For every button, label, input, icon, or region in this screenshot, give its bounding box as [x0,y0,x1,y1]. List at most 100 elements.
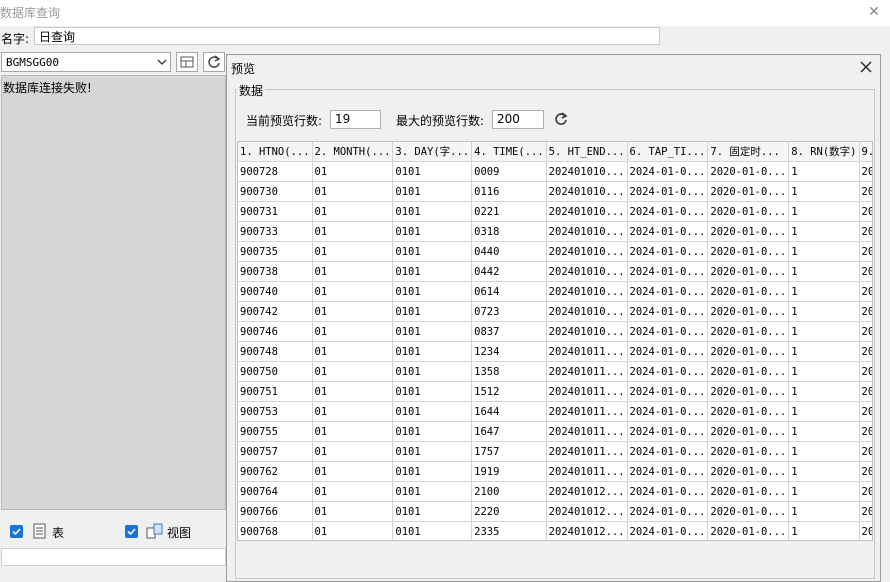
table-row[interactable]: 900762 01 0101 1919 202401011... 2024-01-0...… [238,461,872,482]
table-cell[interactable]: 0116 [471,181,547,202]
table-cell[interactable]: 1 [788,381,860,402]
table-cell[interactable]: 0440 [471,241,547,262]
table-cell[interactable]: 2020-01-0... [707,421,790,442]
table-cell[interactable]: 01 [312,281,394,302]
table-cell[interactable]: 2024-01-0... [627,221,709,242]
table-cell[interactable]: 202401010... [546,161,628,182]
table-row[interactable]: 900740 01 0101 0614 202401010... 2024-01-0...… [238,281,872,302]
table-cell[interactable]: 0442 [471,261,547,282]
table-cell[interactable]: 0101 [392,481,473,502]
table-cell[interactable]: 2020-01-0... [707,301,790,322]
table-cell[interactable]: 1 [788,321,860,342]
table-cell[interactable]: 1234 [471,341,547,362]
table-cell[interactable]: 202401010... [546,281,628,302]
table-cell[interactable]: 2024-0 [859,501,872,522]
table-cell[interactable]: 2024-01-0... [627,161,709,182]
table-cell[interactable]: 2024-0 [859,361,872,382]
table-cell[interactable]: 01 [312,181,394,202]
table-cell[interactable]: 0101 [392,401,473,422]
table-cell[interactable]: 900755 [238,421,313,442]
column-header[interactable]: 1. HTNO(... [238,142,313,162]
table-cell[interactable]: 202401011... [546,341,628,362]
table-cell[interactable]: 1 [788,221,860,242]
table-cell[interactable]: 2024-0 [859,401,872,422]
table-cell[interactable]: 2024-01-0... [627,301,709,322]
table-row[interactable]: 900748 01 0101 1234 202401011... 2024-01-0...… [238,341,872,362]
table-cell[interactable]: 2024-01-0... [627,261,709,282]
table-cell[interactable]: 1 [788,161,860,182]
table-cell[interactable]: 01 [312,201,394,222]
table-cell[interactable]: 01 [312,461,394,482]
table-cell[interactable]: 2024-01-0... [627,421,709,442]
table-cell[interactable]: 2024-0 [859,221,872,242]
table-cell[interactable]: 202401012... [546,501,628,522]
table-cell[interactable]: 01 [312,301,394,322]
table-cell[interactable]: 0101 [392,301,473,322]
table-cell[interactable]: 1 [788,241,860,262]
table-cell[interactable]: 2024-01-0... [627,341,709,362]
table-row[interactable]: 900742 01 0101 0723 202401010... 2024-01-0...… [238,301,872,322]
table-cell[interactable]: 2020-01-0... [707,461,790,482]
table-cell[interactable]: 0101 [392,321,473,342]
tables-checkbox[interactable] [10,525,23,538]
table-cell[interactable]: 0101 [392,461,473,482]
table-cell[interactable]: 01 [312,161,394,182]
table-row[interactable]: 900731 01 0101 0221 202401010... 2024-01-0...… [238,201,872,222]
table-cell[interactable]: 1 [788,361,860,382]
table-cell[interactable]: 0101 [392,241,473,262]
table-row[interactable]: 900757 01 0101 1757 202401011... 2024-01-0...… [238,441,872,462]
table-cell[interactable]: 900728 [238,161,313,182]
table-cell[interactable]: 900748 [238,341,313,362]
table-cell[interactable]: 01 [312,341,394,362]
table-cell[interactable]: 01 [312,521,394,540]
table-cell[interactable]: 202401010... [546,321,628,342]
table-cell[interactable]: 900730 [238,181,313,202]
views-checkbox[interactable] [125,525,138,538]
table-cell[interactable]: 01 [312,441,394,462]
table-cell[interactable]: 0837 [471,321,547,342]
max-rows-input[interactable]: 200 [492,110,544,129]
table-cell[interactable]: 202401011... [546,421,628,442]
table-cell[interactable]: 2024-0 [859,241,872,262]
table-cell[interactable]: 900740 [238,281,313,302]
table-cell[interactable]: 2024-0 [859,181,872,202]
table-cell[interactable]: 2020-01-0... [707,201,790,222]
table-cell[interactable]: 01 [312,221,394,242]
table-cell[interactable]: 1644 [471,401,547,422]
table-cell[interactable]: 01 [312,481,394,502]
table-cell[interactable]: 2024-01-0... [627,501,709,522]
table-cell[interactable]: 2024-01-0... [627,201,709,222]
table-cell[interactable]: 0101 [392,221,473,242]
table-cell[interactable]: 2024-01-0... [627,441,709,462]
table-cell[interactable]: 2024-0 [859,381,872,402]
table-cell[interactable]: 1 [788,281,860,302]
table-cell[interactable]: 0101 [392,161,473,182]
background-refresh-button[interactable] [203,52,225,72]
table-cell[interactable]: 202401012... [546,521,628,540]
table-cell[interactable]: 1757 [471,441,547,462]
table-cell[interactable]: 202401011... [546,381,628,402]
table-cell[interactable]: 01 [312,421,394,442]
table-cell[interactable]: 202401011... [546,441,628,462]
column-header[interactable]: 3. DAY(字... [392,142,473,162]
table-cell[interactable]: 2020-01-0... [707,161,790,182]
table-cell[interactable]: 1 [788,441,860,462]
table-cell[interactable]: 2024-01-0... [627,521,709,540]
table-cell[interactable]: 2024-01-0... [627,361,709,382]
close-icon[interactable] [858,59,874,75]
table-cell[interactable]: 900751 [238,381,313,402]
table-cell[interactable]: 2024-0 [859,301,872,322]
table-cell[interactable]: 01 [312,381,394,402]
table-cell[interactable]: 2024-01-0... [627,281,709,302]
current-rows-input[interactable]: 19 [330,110,381,129]
table-cell[interactable]: 0101 [392,501,473,522]
table-cell[interactable]: 0614 [471,281,547,302]
table-cell[interactable]: 1647 [471,421,547,442]
table-row[interactable]: 900753 01 0101 1644 202401011... 2024-01-0...… [238,401,872,422]
table-cell[interactable]: 2024-01-0... [627,461,709,482]
table-cell[interactable]: 2024-0 [859,281,872,302]
table-cell[interactable]: 2020-01-0... [707,281,790,302]
table-cell[interactable]: 1 [788,401,860,422]
table-cell[interactable]: 2024-0 [859,461,872,482]
table-row[interactable]: 900766 01 0101 2220 202401012... 2024-01-0...… [238,501,872,522]
